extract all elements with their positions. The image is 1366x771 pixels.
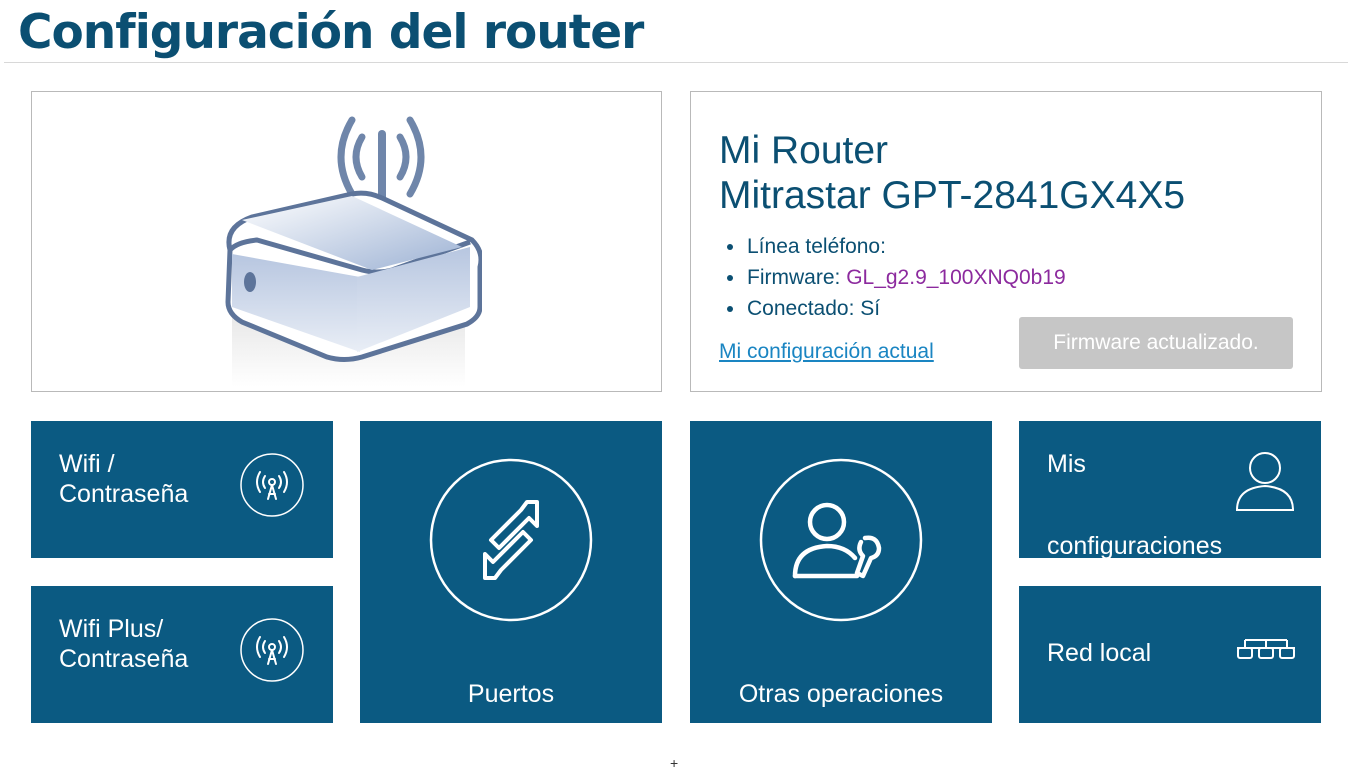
router-info-panel: Mi Router Mitrastar GPT-2841GX4X5 Línea … [690,91,1322,392]
title-divider [4,62,1348,63]
user-wrench-icon [759,458,923,622]
tile-wifi-password[interactable]: Wifi / Contraseña [31,421,333,558]
tile-wifiplus-label-line1: Wifi Plus/ [59,615,164,643]
wifi-antenna-icon [240,453,304,517]
router-info-list: Línea teléfono: Firmware: GL_g2.9_100XNQ… [719,231,1066,324]
firmware-label: Firmware: [747,266,841,289]
firmware-value: GL_g2.9_100XNQ0b19 [846,266,1066,289]
tile-wifi-label-line1: Wifi / [59,450,115,478]
tile-wifi-label-line2: Contraseña [59,480,189,508]
firmware-item: Firmware: GL_g2.9_100XNQ0b19 [719,262,1066,293]
current-config-link[interactable]: Mi configuración actual [719,340,934,364]
phone-line-label: Línea teléfono: [747,235,886,258]
router-name: Mi Router Mitrastar GPT-2841GX4X5 [719,128,1185,218]
tile-wifi-plus-password[interactable]: Wifi Plus/ Contraseña [31,586,333,723]
tile-other-operations[interactable]: Otras operaciones [690,421,992,723]
tile-ports[interactable]: Puertos [360,421,662,723]
router-image-panel [31,91,662,392]
wifi-antenna-icon [240,618,304,682]
tile-local-network-label: Red local [1047,639,1152,667]
tile-wifi-label: Wifi / Contraseña [59,449,188,509]
connected-status: Conectado: Sí [747,297,881,320]
tile-my-configurations[interactable]: Mis configuraciones [1019,421,1321,558]
connected-item: Conectado: Sí [719,293,1066,324]
tile-wifiplus-label-line2: Contraseña [59,645,189,673]
phone-line-item: Línea teléfono: [719,231,1066,262]
tile-my-configurations-line2: configuraciones [1047,532,1223,558]
page-title: Configuración del router [18,5,644,60]
tile-wifiplus-label: Wifi Plus/ Contraseña [59,614,188,674]
tile-other-operations-label: Otras operaciones [738,680,944,708]
cursor-indicator: + [670,755,679,771]
router-name-line1: Mi Router [719,129,889,172]
user-icon [1235,452,1295,511]
tile-my-configurations-line1: Mis [1047,450,1086,478]
network-icon [1237,639,1295,659]
tile-ports-label: Puertos [467,680,555,708]
firmware-updated-button[interactable]: Firmware actualizado. [1019,317,1293,369]
ports-arrows-icon [429,458,593,622]
tile-local-network[interactable]: Red local [1019,586,1321,723]
router-model: Mitrastar GPT-2841GX4X5 [719,174,1186,217]
router-illustration [225,116,482,387]
